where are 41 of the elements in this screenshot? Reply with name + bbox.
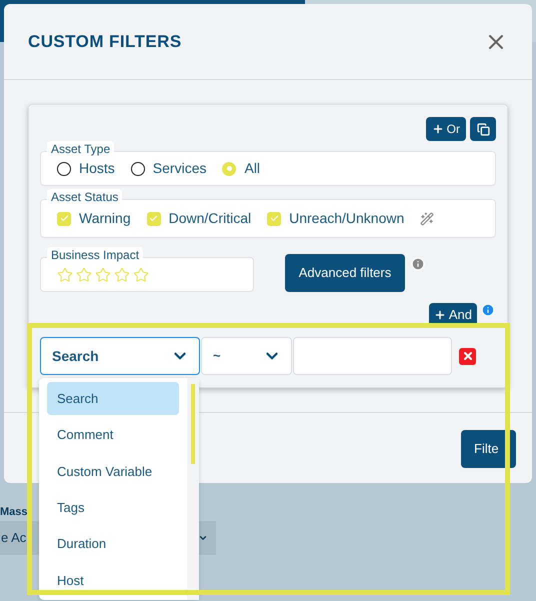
radio-option[interactable]: Services bbox=[130, 158, 206, 179]
chevron-icon bbox=[198, 533, 208, 543]
remove-button[interactable] bbox=[459, 348, 476, 364]
checkbox-option[interactable]: Warning bbox=[57, 208, 131, 229]
checkbox-option[interactable]: Unreach/Unknown bbox=[267, 208, 404, 229]
magic-wand-icon[interactable] bbox=[420, 212, 434, 226]
radio-option[interactable]: Hosts bbox=[57, 158, 115, 179]
plus-icon bbox=[432, 123, 444, 135]
filter-button[interactable]: Filte bbox=[461, 430, 516, 468]
checkbox-option[interactable]: Down/Critical bbox=[146, 208, 252, 229]
field-select[interactable]: Search bbox=[40, 337, 200, 375]
plus-icon bbox=[434, 309, 446, 321]
add-or-button[interactable]: Or bbox=[426, 117, 466, 141]
dialog-title: CUSTOM FILTERS bbox=[28, 30, 182, 53]
value-input[interactable] bbox=[293, 337, 452, 375]
info-icon[interactable] bbox=[481, 303, 495, 317]
advanced-filters-button[interactable]: Advanced filters bbox=[285, 254, 405, 292]
radio-option[interactable]: All bbox=[222, 158, 260, 179]
star-icon[interactable] bbox=[133, 266, 149, 282]
group-label: Business Impact bbox=[47, 247, 144, 263]
star-icon[interactable] bbox=[114, 266, 130, 282]
dropdown-item[interactable]: Comment bbox=[47, 418, 179, 452]
copy-button[interactable] bbox=[470, 117, 496, 141]
star-icon[interactable] bbox=[57, 266, 73, 282]
close-icon bbox=[462, 350, 474, 362]
dropdown-item[interactable]: Host bbox=[47, 564, 179, 597]
star-icon[interactable] bbox=[95, 266, 111, 282]
dropdown-item[interactable]: Duration bbox=[47, 527, 179, 561]
operator-select[interactable]: ~ bbox=[201, 337, 292, 375]
field-label: Mass bbox=[0, 505, 28, 519]
dropdown-item[interactable]: Tags bbox=[47, 490, 179, 524]
group-label: Asset Type bbox=[47, 141, 114, 157]
check-icon bbox=[149, 214, 158, 223]
dropdown-item[interactable]: Custom Variable bbox=[47, 454, 179, 488]
check-icon bbox=[270, 214, 279, 223]
info-icon[interactable] bbox=[411, 257, 425, 271]
scrollbar[interactable] bbox=[187, 378, 199, 600]
copy-icon bbox=[476, 122, 490, 136]
dropdown-item[interactable]: Search bbox=[47, 382, 179, 416]
check-icon bbox=[60, 214, 68, 223]
star-icon[interactable] bbox=[76, 266, 92, 282]
